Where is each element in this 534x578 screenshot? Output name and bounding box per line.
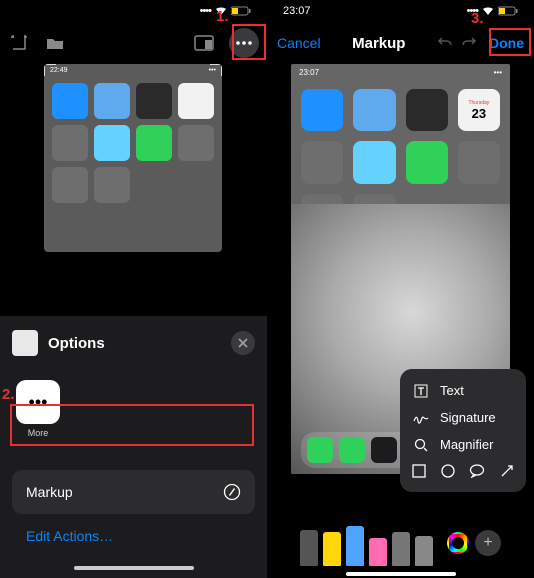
done-button[interactable]: Done — [489, 35, 524, 51]
app-icon — [136, 83, 172, 119]
folder-icon[interactable] — [44, 32, 66, 54]
circle-shape[interactable] — [441, 464, 455, 478]
arrow-shape[interactable] — [500, 464, 514, 478]
magnifier-tool[interactable]: Magnifier — [400, 431, 526, 458]
options-sheet: Options ••• More Markup — [0, 316, 267, 578]
step-1: 1. — [216, 8, 229, 25]
pen-tool[interactable] — [323, 532, 341, 566]
app-icon — [406, 89, 448, 131]
right-screenshot: 23:07 Cancel Markup Done 23:07••• — [267, 0, 534, 578]
pen-tool[interactable] — [300, 530, 318, 566]
more-share-item[interactable]: ••• More — [12, 380, 64, 438]
signature-tool[interactable]: Signature — [400, 404, 526, 431]
markup-icon — [223, 483, 241, 501]
app-icon — [353, 89, 395, 131]
app-icon — [94, 125, 130, 161]
battery-icon — [498, 6, 518, 16]
crop-preview[interactable]: 22:49••• — [44, 64, 222, 252]
step-3: 3. — [471, 10, 484, 27]
tool-dock: + — [267, 508, 534, 566]
shape-popup: Text Signature Magnifier — [400, 369, 526, 492]
crop-icon[interactable] — [8, 32, 30, 54]
battery-icon — [231, 6, 251, 16]
app-icon — [353, 141, 395, 183]
redo-icon[interactable] — [461, 35, 477, 51]
app-icon — [94, 83, 130, 119]
pen-tool[interactable] — [392, 532, 410, 566]
left-screenshot: 22:49••• Options ••• More — [0, 0, 267, 578]
text-icon — [412, 384, 430, 398]
statusbar-right: 23:07 — [267, 0, 534, 22]
app-icon — [301, 141, 343, 183]
wifi-icon — [482, 6, 494, 16]
app-icon — [178, 125, 214, 161]
app-icon — [178, 83, 214, 119]
square-shape[interactable] — [412, 464, 426, 478]
markup-action[interactable]: Markup — [12, 470, 255, 514]
pen-tool[interactable] — [346, 526, 364, 566]
right-navbar: Cancel Markup Done — [267, 22, 534, 64]
undo-icon[interactable] — [437, 35, 453, 51]
app-icon — [458, 141, 500, 183]
time: 23:07 — [283, 5, 311, 17]
app-icon — [52, 167, 88, 203]
app-icon — [301, 89, 343, 131]
home-indicator[interactable] — [346, 572, 456, 576]
magnifier-icon — [412, 438, 430, 452]
nav-title: Markup — [352, 35, 405, 52]
sheet-title: Options — [48, 335, 105, 352]
close-button[interactable] — [231, 331, 255, 355]
app-icon — [52, 125, 88, 161]
speech-shape[interactable] — [469, 464, 485, 478]
aspect-icon[interactable] — [193, 32, 215, 54]
app-icon — [406, 141, 448, 183]
edit-actions-link[interactable]: Edit Actions… — [12, 514, 255, 558]
sheet-thumbnail — [12, 330, 38, 356]
app-icon — [136, 125, 172, 161]
app-icon: Thursday23 — [458, 89, 500, 131]
cellular-icon — [200, 5, 211, 17]
home-indicator[interactable] — [74, 566, 194, 570]
pen-tool[interactable] — [369, 538, 387, 566]
step-2: 2. — [2, 386, 15, 403]
app-icon — [94, 167, 130, 203]
add-button[interactable]: + — [475, 530, 501, 556]
app-icon — [52, 83, 88, 119]
left-toolbar — [0, 22, 267, 64]
color-picker[interactable] — [447, 532, 469, 554]
signature-icon — [412, 412, 430, 424]
cancel-button[interactable]: Cancel — [277, 35, 321, 51]
pen-tool[interactable] — [415, 536, 433, 566]
text-tool[interactable]: Text — [400, 377, 526, 404]
more-button[interactable] — [229, 28, 259, 58]
